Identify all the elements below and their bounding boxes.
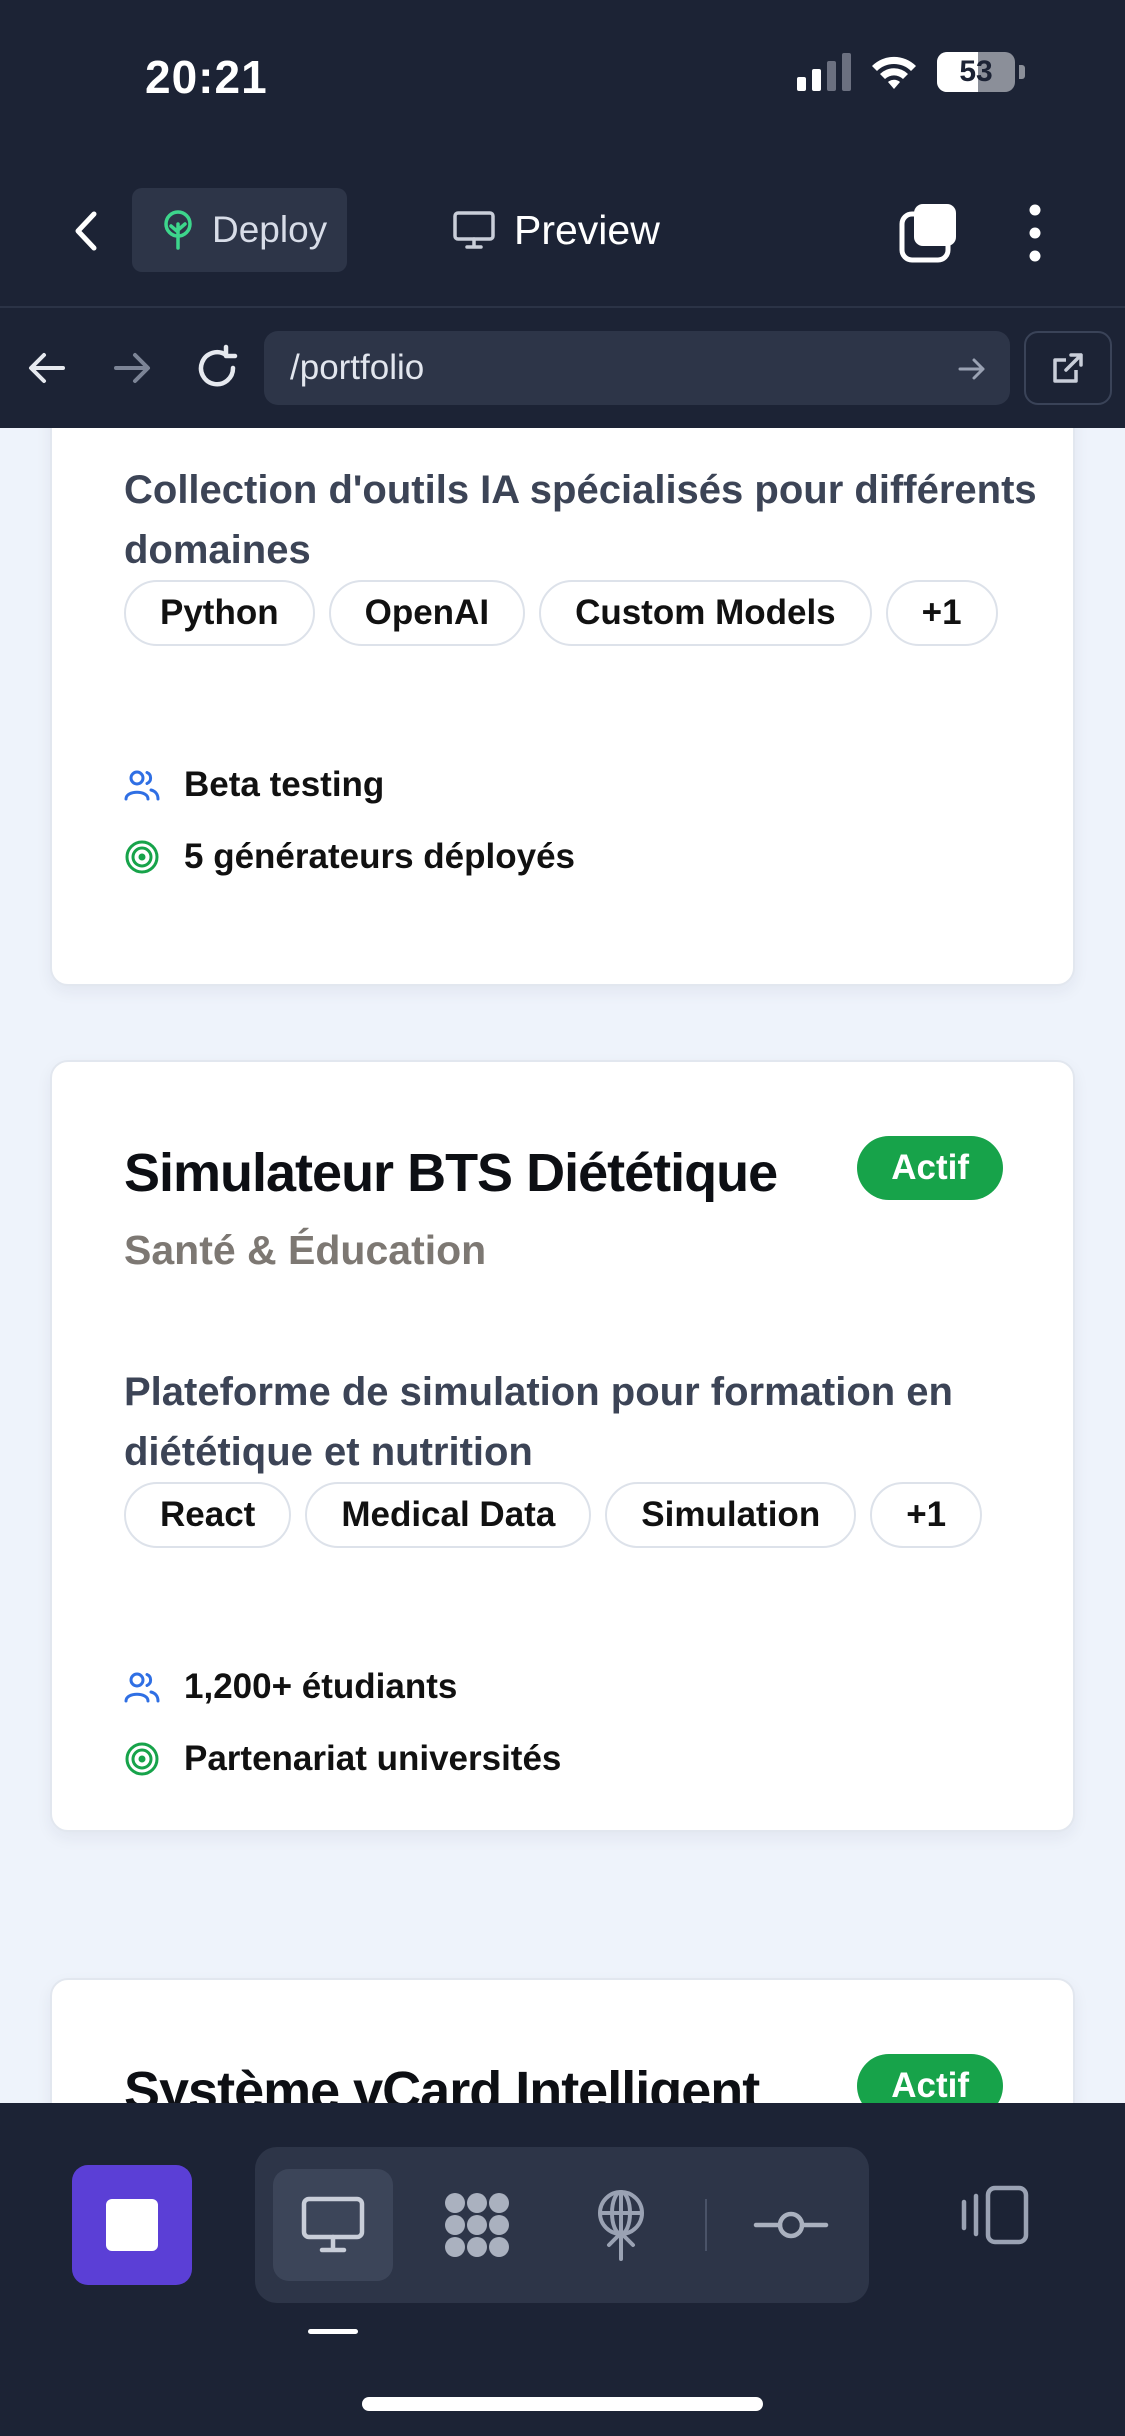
commit-button[interactable] [731, 2169, 851, 2281]
status-badge: Actif [857, 2054, 1003, 2103]
desktop-icon [301, 2196, 365, 2253]
side-panel-icon [961, 2185, 1029, 2245]
cellular-signal-icon [797, 53, 851, 91]
project-category: Santé & Éducation [124, 1227, 487, 1273]
arrow-right-icon[interactable] [110, 346, 154, 390]
tech-tag: Medical Data [305, 1482, 592, 1548]
chevron-left-icon[interactable] [62, 206, 112, 256]
deploy-label: Deploy [212, 209, 328, 250]
preview-button[interactable]: Preview [452, 188, 660, 272]
more-tags-badge[interactable]: +1 [870, 1482, 983, 1548]
tree-icon [164, 210, 192, 250]
component-icon [445, 2193, 509, 2257]
arrow-left-icon[interactable] [25, 346, 69, 390]
wifi-icon [872, 56, 916, 89]
portfolio-content[interactable]: Collection d'outils IA spécialisés pour … [0, 428, 1125, 2103]
tech-tag: Simulation [605, 1482, 857, 1548]
metric-goal: 5 générateurs déployés [124, 837, 575, 877]
home-indicator[interactable] [362, 2397, 763, 2411]
components-button[interactable] [417, 2169, 537, 2281]
network-button[interactable] [561, 2169, 681, 2281]
metric-goal: Partenariat universités [124, 1739, 561, 1779]
stop-icon [106, 2199, 158, 2251]
project-title: Système vCard Intelligent [124, 2061, 760, 2103]
stop-button[interactable] [72, 2165, 192, 2285]
preview-label: Preview [514, 206, 660, 253]
users-icon [124, 1672, 160, 1703]
top-chrome: 20:21 53 Deploy Preview /portfolio [0, 0, 1125, 428]
reload-icon[interactable] [193, 344, 241, 392]
url-input[interactable]: /portfolio [264, 331, 1010, 405]
network-icon [598, 2190, 644, 2261]
more-tags-badge[interactable]: +1 [885, 580, 998, 646]
project-card[interactable]: Collection d'outils IA spécialisés pour … [50, 428, 1075, 986]
project-description: Plateforme de simulation pour formation … [124, 1370, 953, 1474]
metric-text: Beta testing [184, 765, 385, 804]
project-card[interactable]: Simulateur BTS Diététique Actif Santé & … [50, 1060, 1075, 1832]
tech-tag: Custom Models [539, 580, 872, 646]
more-vertical-icon[interactable] [1020, 202, 1050, 264]
url-path: /portfolio [290, 348, 425, 387]
app-toolbar: Deploy Preview [0, 188, 1125, 272]
desktop-view-button[interactable] [273, 2169, 393, 2281]
go-arrow-icon[interactable] [956, 353, 988, 385]
metric-text: 1,200+ étudiants [184, 1667, 458, 1706]
status-time: 20:21 [145, 51, 268, 103]
target-icon [125, 840, 159, 874]
bottom-toolbar [0, 2103, 1125, 2436]
tech-tag: OpenAI [328, 580, 526, 646]
battery-icon: 53 [937, 52, 1015, 92]
metric-text: 5 générateurs déployés [184, 837, 575, 876]
target-icon [125, 1742, 159, 1776]
tabs-icon[interactable] [898, 202, 960, 264]
users-icon [124, 770, 160, 801]
monitor-icon [453, 211, 495, 249]
active-tab-indicator [308, 2329, 358, 2334]
tech-tag: React [124, 1482, 292, 1548]
url-toolbar: /portfolio [0, 322, 1125, 414]
view-switcher [255, 2147, 869, 2303]
status-badge: Actif [857, 1136, 1003, 1200]
metric-text: Partenariat universités [184, 1739, 562, 1778]
battery-level: 53 [959, 55, 993, 88]
project-card[interactable]: Système vCard Intelligent Actif [50, 1978, 1075, 2103]
metric-users: Beta testing [124, 765, 384, 805]
metric-users: 1,200+ étudiants [124, 1667, 457, 1707]
side-panel-button[interactable] [955, 2175, 1035, 2255]
open-external-button[interactable] [1024, 331, 1112, 405]
tech-tag: Python [124, 580, 315, 646]
status-indicators: 53 [797, 52, 1025, 92]
deploy-button[interactable]: Deploy [132, 188, 347, 272]
external-link-icon [1053, 353, 1083, 383]
project-description: Collection d'outils IA spécialisés pour … [124, 468, 1037, 572]
commit-icon [753, 2211, 829, 2239]
tech-tags: React Medical Data Simulation +1 [124, 1482, 1024, 1548]
tech-tags: Python OpenAI Custom Models +1 [124, 580, 1024, 646]
project-title: Simulateur BTS Diététique [124, 1143, 778, 1203]
